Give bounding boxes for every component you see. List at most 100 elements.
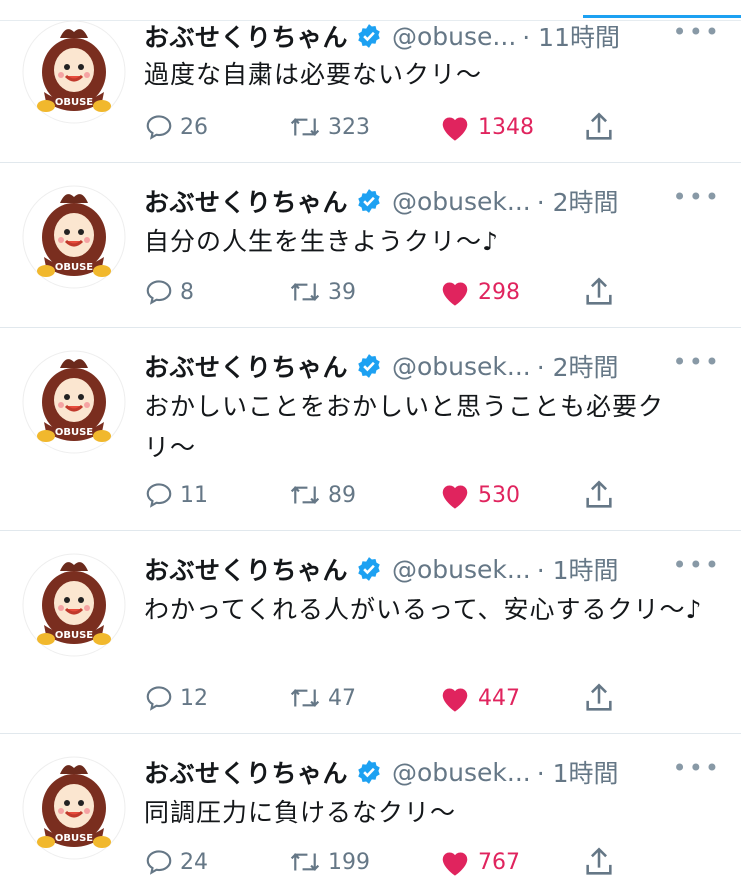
handle[interactable]: @obusek...	[392, 758, 531, 787]
display-name[interactable]: おぶせくりちゃん	[144, 551, 348, 587]
more-options-icon[interactable]: •••	[673, 551, 721, 579]
retweet-button[interactable]: 89	[288, 475, 356, 515]
reply-count: 8	[180, 279, 194, 305]
share-icon	[586, 277, 612, 305]
handle[interactable]: @obusek...	[392, 352, 531, 381]
reply-icon	[146, 280, 172, 305]
retweet-button[interactable]: 39	[288, 272, 356, 312]
avatar-logo-text: OBUSE	[55, 97, 93, 108]
retweet-count: 199	[328, 849, 370, 875]
share-button[interactable]	[582, 272, 622, 312]
like-button[interactable]: 1348	[438, 107, 534, 147]
tweet-header: おぶせくりちゃん @obusek... · 1時間 •••	[144, 752, 727, 792]
avatar[interactable]: OBUSE	[22, 553, 126, 657]
tweet-text: わかってくれる人がいるって、安心するクリ〜♪	[144, 595, 703, 624]
share-icon	[586, 847, 612, 875]
reply-icon	[146, 850, 172, 875]
avatar-logo-text: OBUSE	[55, 833, 93, 844]
tweet-header: おぶせくりちゃん @obusek... · 2時間 •••	[144, 181, 727, 221]
tweet-text: 自分の人生を生きようクリ〜♪	[144, 227, 499, 256]
avatar[interactable]: OBUSE	[22, 350, 126, 454]
tweet-text: 同調圧力に負けるなクリ〜	[144, 798, 457, 827]
reply-button[interactable]: 8	[144, 272, 194, 312]
tweet[interactable]: OBUSE おぶせくりちゃん @obusek... · 1時間 ••• 同調圧力…	[0, 734, 741, 893]
share-icon	[586, 683, 612, 711]
retweet-count: 323	[328, 114, 370, 140]
retweet-icon	[290, 486, 320, 504]
verified-badge-icon	[358, 189, 380, 213]
like-button[interactable]: 530	[438, 475, 520, 515]
tweet[interactable]: OBUSE おぶせくりちゃん @obusek... · 2時間 ••• 自分の人…	[0, 163, 741, 328]
share-icon	[586, 480, 612, 508]
avatar-logo-text: OBUSE	[55, 262, 93, 273]
reply-button[interactable]: 11	[144, 475, 208, 515]
display-name[interactable]: おぶせくりちゃん	[144, 348, 348, 384]
share-button[interactable]	[582, 107, 622, 147]
more-options-icon[interactable]: •••	[673, 183, 721, 211]
tweet-header: おぶせくりちゃん @obusek... · 1時間 •••	[144, 549, 727, 589]
reply-button[interactable]: 26	[144, 107, 208, 147]
verified-badge-icon	[358, 354, 380, 378]
reply-count: 12	[180, 685, 208, 711]
tweet-text: 過度な自粛は必要ないクリ〜	[144, 60, 483, 89]
display-name[interactable]: おぶせくりちゃん	[144, 754, 348, 790]
retweet-count: 89	[328, 482, 356, 508]
avatar-logo-text: OBUSE	[55, 630, 93, 641]
like-button[interactable]: 298	[438, 272, 520, 312]
tweet[interactable]: OBUSE おぶせくりちゃん @obusek... · 1時間 ••• わかって…	[0, 531, 741, 734]
timestamp[interactable]: · 2時間	[537, 348, 619, 384]
reply-icon	[146, 483, 172, 508]
tweet[interactable]: OBUSE おぶせくりちゃん @obusek... · 2時間 ••• おかしい…	[0, 328, 741, 531]
like-button[interactable]: 447	[438, 678, 520, 718]
retweet-button[interactable]: 199	[288, 842, 370, 882]
like-count: 767	[478, 849, 520, 875]
verified-badge-icon	[358, 760, 380, 784]
like-count: 298	[478, 279, 520, 305]
retweet-icon	[290, 118, 320, 136]
heart-icon	[442, 282, 468, 306]
heart-icon	[442, 852, 468, 876]
verified-badge-icon	[358, 557, 380, 581]
avatar[interactable]: OBUSE	[22, 756, 126, 860]
tweet-header: おぶせくりちゃん @obusek... · 2時間 •••	[144, 346, 727, 386]
share-button[interactable]	[582, 475, 622, 515]
timestamp[interactable]: · 1時間	[537, 551, 619, 587]
retweet-count: 47	[328, 685, 356, 711]
like-count: 530	[478, 482, 520, 508]
avatar-logo-text: OBUSE	[55, 427, 93, 438]
timestamp[interactable]: · 11時間	[522, 18, 620, 54]
retweet-button[interactable]: 323	[288, 107, 370, 147]
tweet[interactable]: OBUSE おぶせくりちゃん @obuse... · 11時間 ••• 過度な自…	[0, 0, 741, 163]
tweet-header: おぶせくりちゃん @obuse... · 11時間 •••	[144, 16, 727, 56]
timestamp[interactable]: · 1時間	[537, 754, 619, 790]
heart-icon	[442, 117, 468, 141]
more-options-icon[interactable]: •••	[673, 348, 721, 376]
retweet-button[interactable]: 47	[288, 678, 356, 718]
tweet-actions: 26 323 1348	[144, 107, 624, 147]
more-options-icon[interactable]: •••	[673, 18, 721, 46]
reply-count: 24	[180, 849, 208, 875]
avatar[interactable]: OBUSE	[22, 20, 126, 124]
tweet-text: おかしいことをおかしいと思うことも必要クリ〜	[144, 392, 665, 462]
heart-icon	[442, 485, 468, 509]
like-button[interactable]: 767	[438, 842, 520, 882]
reply-button[interactable]: 12	[144, 678, 208, 718]
display-name[interactable]: おぶせくりちゃん	[144, 18, 348, 54]
retweet-icon	[290, 283, 320, 301]
tweet-actions: 8 39 298	[144, 272, 624, 312]
display-name[interactable]: おぶせくりちゃん	[144, 183, 348, 219]
share-button[interactable]	[582, 842, 622, 882]
reply-icon	[146, 115, 172, 140]
handle[interactable]: @obusek...	[392, 187, 531, 216]
handle[interactable]: @obusek...	[392, 555, 531, 584]
handle[interactable]: @obuse...	[392, 22, 516, 51]
reply-icon	[146, 686, 172, 711]
share-button[interactable]	[582, 678, 622, 718]
reply-button[interactable]: 24	[144, 842, 208, 882]
verified-badge-icon	[358, 24, 380, 48]
timestamp[interactable]: · 2時間	[537, 183, 619, 219]
share-icon	[586, 112, 612, 140]
avatar[interactable]: OBUSE	[22, 185, 126, 289]
tweet-actions: 24 199 767	[144, 842, 624, 882]
more-options-icon[interactable]: •••	[673, 754, 721, 782]
